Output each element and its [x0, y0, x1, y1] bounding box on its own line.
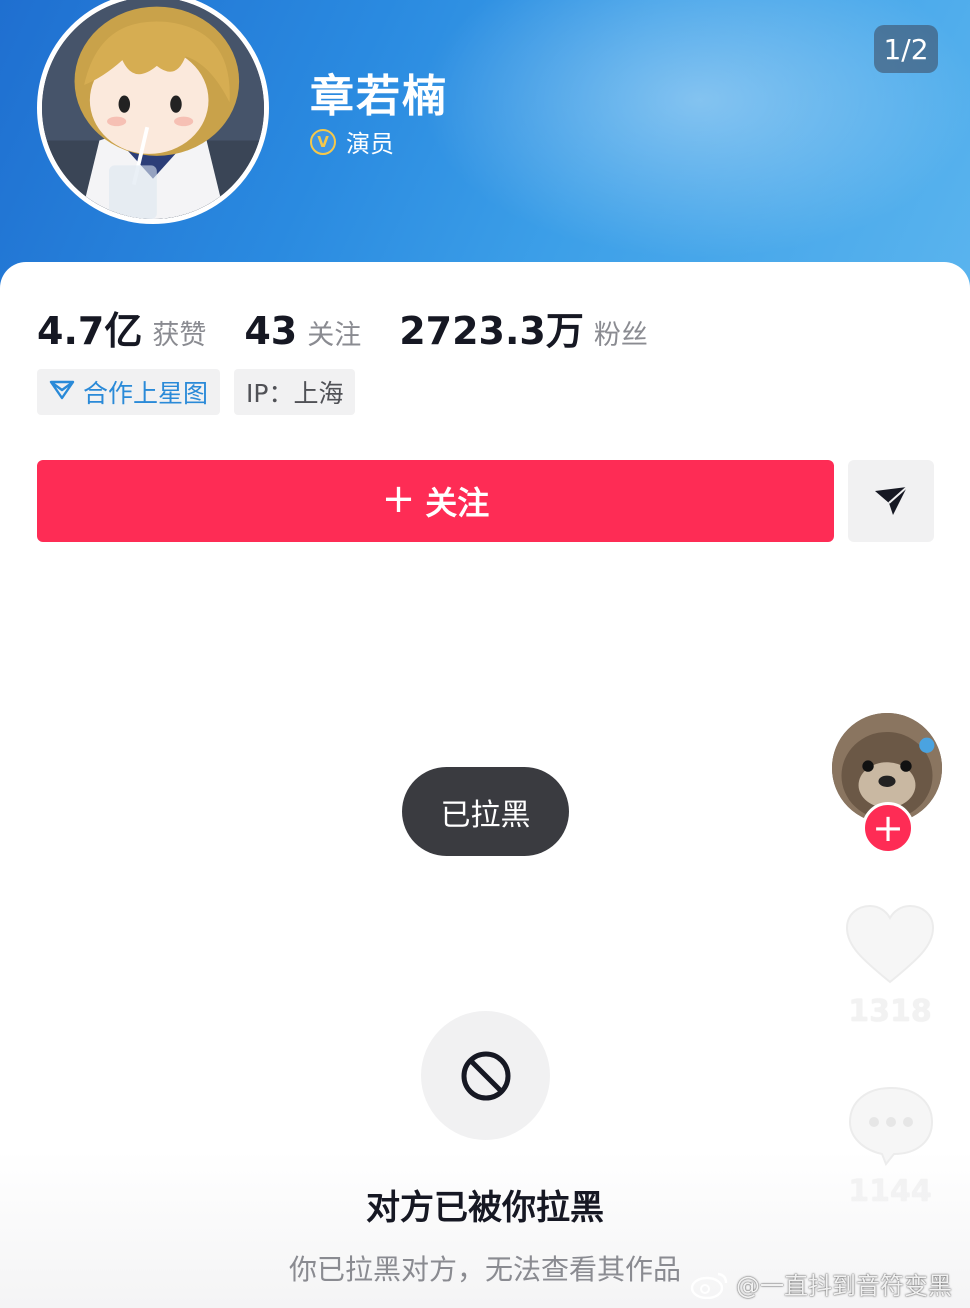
follow-creator-plus-icon[interactable]: + [862, 802, 914, 854]
toast-blocked: 已拉黑 [402, 767, 569, 856]
following-count: 43 [244, 309, 298, 353]
star-map-label: 合作上星图 [83, 379, 209, 408]
tag-row: 合作上星图 IP：上海 [37, 369, 356, 415]
stats-row: 4.7亿 获赞 43 关注 2723.3万 粉丝 [37, 300, 686, 355]
plus-icon: + [381, 476, 416, 522]
like-count: 1318 [848, 994, 932, 1029]
weibo-watermark: @一直抖到音符变黑 [690, 1266, 952, 1301]
followers-label: 粉丝 [593, 320, 648, 351]
followers-count: 2723.3万 [399, 309, 584, 353]
star-map-tag[interactable]: 合作上星图 [37, 369, 221, 415]
page-indicator[interactable]: 1/2 [874, 25, 938, 73]
stat-followers[interactable]: 2723.3万 粉丝 [399, 300, 648, 355]
stat-following[interactable]: 43 关注 [244, 309, 361, 353]
verified-badge-icon: V [310, 128, 336, 155]
block-icon [461, 1051, 510, 1100]
follow-button[interactable]: + 关注 [37, 460, 834, 542]
likes-count: 4.7亿 [37, 309, 143, 353]
send-icon [875, 486, 908, 515]
profile-avatar[interactable] [37, 0, 269, 224]
avatar-illustration [42, 0, 264, 219]
weibo-logo-icon [690, 1272, 728, 1299]
follow-button-label: 关注 [425, 484, 490, 522]
blocked-indicator [421, 1011, 550, 1140]
ip-location-tag: IP：上海 [234, 369, 356, 415]
verify-label: 演员 [346, 130, 394, 158]
likes-label: 获赞 [152, 320, 207, 351]
verification-row: V 演员 [310, 124, 394, 159]
profile-name: 章若楠 [310, 71, 448, 122]
stat-likes[interactable]: 4.7亿 获赞 [37, 300, 206, 355]
like-heart-icon[interactable] [843, 902, 937, 986]
message-button[interactable] [848, 460, 934, 542]
star-map-icon [49, 378, 75, 406]
watermark-text: @一直抖到音符变黑 [736, 1272, 952, 1300]
blocked-title: 对方已被你拉黑 [366, 1188, 604, 1228]
following-label: 关注 [307, 320, 362, 351]
